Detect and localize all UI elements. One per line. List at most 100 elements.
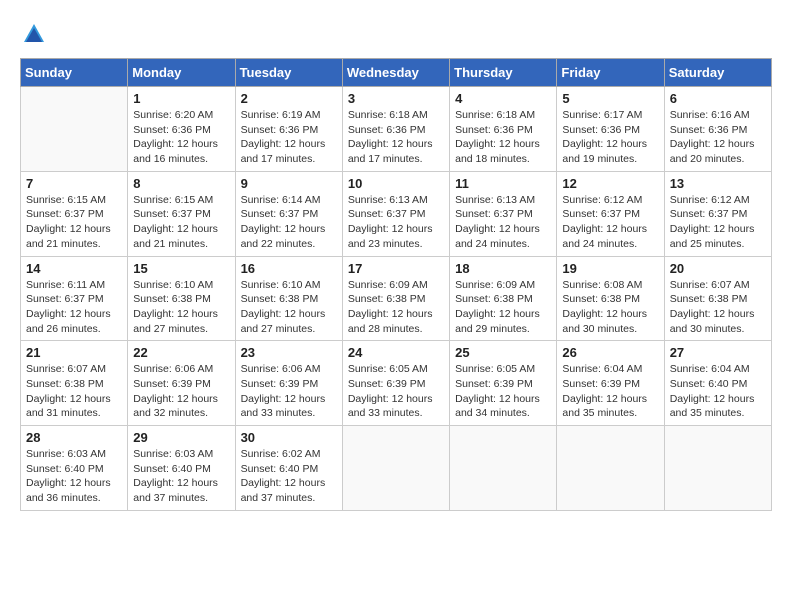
calendar-cell [450,426,557,511]
day-number: 16 [241,261,337,276]
calendar-cell: 2 Sunrise: 6:19 AM Sunset: 6:36 PM Daylig… [235,87,342,172]
weekday-header: Saturday [664,59,771,87]
calendar-cell: 3Sunrise: 6:18 AM Sunset: 6:36 PM Daylig… [342,87,449,172]
day-info: Sunrise: 6:03 AM Sunset: 6:40 PM Dayligh… [133,447,229,506]
day-info: Sunrise: 6:17 AM Sunset: 6:36 PM Dayligh… [562,108,658,167]
day-info: Sunrise: 6:18 AM Sunset: 6:36 PM Dayligh… [455,108,551,167]
day-info: Sunrise: 6:10 AM Sunset: 6:38 PM Dayligh… [133,278,229,337]
calendar-week-row: 7 Sunrise: 6:15 AM Sunset: 6:37 PM Daylig… [21,171,772,256]
calendar-cell: 28 Sunrise: 6:03 AM Sunset: 6:40 PM Dayli… [21,426,128,511]
day-number: 5 [562,91,658,106]
day-number: 24 [348,345,444,360]
day-info: Sunrise: 6:05 AM Sunset: 6:39 PM Dayligh… [348,362,444,421]
day-number: 11 [455,176,551,191]
calendar-cell: 19 Sunrise: 6:08 AM Sunset: 6:38 PM Dayli… [557,256,664,341]
day-number: 8 [133,176,229,191]
day-number: 18 [455,261,551,276]
day-info: Sunrise: 6:16 AM Sunset: 6:36 PM Dayligh… [670,108,766,167]
page-header [20,20,772,48]
day-info: Sunrise: 6:18 AM Sunset: 6:36 PM Dayligh… [348,108,444,167]
calendar-cell: 16 Sunrise: 6:10 AM Sunset: 6:38 PM Dayli… [235,256,342,341]
day-number: 19 [562,261,658,276]
calendar-cell: 30Sunrise: 6:02 AM Sunset: 6:40 PM Dayli… [235,426,342,511]
calendar-cell: 17 Sunrise: 6:09 AM Sunset: 6:38 PM Dayli… [342,256,449,341]
day-number: 29 [133,430,229,445]
day-info: Sunrise: 6:15 AM Sunset: 6:37 PM Dayligh… [26,193,122,252]
day-number: 21 [26,345,122,360]
calendar-week-row: 14Sunrise: 6:11 AM Sunset: 6:37 PM Dayli… [21,256,772,341]
calendar-header-row: SundayMondayTuesdayWednesdayThursdayFrid… [21,59,772,87]
day-number: 12 [562,176,658,191]
logo [20,20,52,48]
day-number: 17 [348,261,444,276]
day-info: Sunrise: 6:13 AM Sunset: 6:37 PM Dayligh… [455,193,551,252]
weekday-header: Wednesday [342,59,449,87]
calendar-cell: 7 Sunrise: 6:15 AM Sunset: 6:37 PM Daylig… [21,171,128,256]
day-number: 23 [241,345,337,360]
day-info: Sunrise: 6:07 AM Sunset: 6:38 PM Dayligh… [670,278,766,337]
calendar-cell: 4 Sunrise: 6:18 AM Sunset: 6:36 PM Daylig… [450,87,557,172]
day-info: Sunrise: 6:09 AM Sunset: 6:38 PM Dayligh… [348,278,444,337]
weekday-header: Friday [557,59,664,87]
day-info: Sunrise: 6:06 AM Sunset: 6:39 PM Dayligh… [133,362,229,421]
calendar-cell: 13Sunrise: 6:12 AM Sunset: 6:37 PM Dayli… [664,171,771,256]
day-number: 4 [455,91,551,106]
day-number: 30 [241,430,337,445]
weekday-header: Sunday [21,59,128,87]
calendar-table: SundayMondayTuesdayWednesdayThursdayFrid… [20,58,772,511]
calendar-cell [21,87,128,172]
calendar-cell: 10Sunrise: 6:13 AM Sunset: 6:37 PM Dayli… [342,171,449,256]
day-number: 2 [241,91,337,106]
calendar-cell: 11 Sunrise: 6:13 AM Sunset: 6:37 PM Dayli… [450,171,557,256]
day-number: 7 [26,176,122,191]
calendar-cell: 23 Sunrise: 6:06 AM Sunset: 6:39 PM Dayli… [235,341,342,426]
day-info: Sunrise: 6:15 AM Sunset: 6:37 PM Dayligh… [133,193,229,252]
day-number: 28 [26,430,122,445]
calendar-cell: 26 Sunrise: 6:04 AM Sunset: 6:39 PM Dayli… [557,341,664,426]
calendar-cell: 14Sunrise: 6:11 AM Sunset: 6:37 PM Dayli… [21,256,128,341]
day-number: 10 [348,176,444,191]
calendar-cell [342,426,449,511]
day-number: 6 [670,91,766,106]
calendar-cell: 15 Sunrise: 6:10 AM Sunset: 6:38 PM Dayli… [128,256,235,341]
day-number: 25 [455,345,551,360]
calendar-cell: 24 Sunrise: 6:05 AM Sunset: 6:39 PM Dayli… [342,341,449,426]
day-number: 15 [133,261,229,276]
day-number: 9 [241,176,337,191]
day-number: 1 [133,91,229,106]
calendar-cell [557,426,664,511]
calendar-cell: 29 Sunrise: 6:03 AM Sunset: 6:40 PM Dayli… [128,426,235,511]
calendar-cell: 12 Sunrise: 6:12 AM Sunset: 6:37 PM Dayli… [557,171,664,256]
day-info: Sunrise: 6:19 AM Sunset: 6:36 PM Dayligh… [241,108,337,167]
calendar-cell: 8 Sunrise: 6:15 AM Sunset: 6:37 PM Daylig… [128,171,235,256]
day-info: Sunrise: 6:04 AM Sunset: 6:39 PM Dayligh… [562,362,658,421]
day-info: Sunrise: 6:04 AM Sunset: 6:40 PM Dayligh… [670,362,766,421]
weekday-header: Monday [128,59,235,87]
calendar-cell: 18 Sunrise: 6:09 AM Sunset: 6:38 PM Dayli… [450,256,557,341]
calendar-cell: 9 Sunrise: 6:14 AM Sunset: 6:37 PM Daylig… [235,171,342,256]
day-number: 20 [670,261,766,276]
calendar-week-row: 28 Sunrise: 6:03 AM Sunset: 6:40 PM Dayli… [21,426,772,511]
day-info: Sunrise: 6:20 AM Sunset: 6:36 PM Dayligh… [133,108,229,167]
day-info: Sunrise: 6:11 AM Sunset: 6:37 PM Dayligh… [26,278,122,337]
day-info: Sunrise: 6:06 AM Sunset: 6:39 PM Dayligh… [241,362,337,421]
day-info: Sunrise: 6:10 AM Sunset: 6:38 PM Dayligh… [241,278,337,337]
weekday-header: Thursday [450,59,557,87]
calendar-cell: 25 Sunrise: 6:05 AM Sunset: 6:39 PM Dayli… [450,341,557,426]
day-info: Sunrise: 6:07 AM Sunset: 6:38 PM Dayligh… [26,362,122,421]
logo-icon [20,20,48,48]
day-number: 22 [133,345,229,360]
day-info: Sunrise: 6:05 AM Sunset: 6:39 PM Dayligh… [455,362,551,421]
day-info: Sunrise: 6:03 AM Sunset: 6:40 PM Dayligh… [26,447,122,506]
day-info: Sunrise: 6:14 AM Sunset: 6:37 PM Dayligh… [241,193,337,252]
day-number: 27 [670,345,766,360]
calendar-cell [664,426,771,511]
day-number: 26 [562,345,658,360]
weekday-header: Tuesday [235,59,342,87]
day-info: Sunrise: 6:08 AM Sunset: 6:38 PM Dayligh… [562,278,658,337]
day-info: Sunrise: 6:12 AM Sunset: 6:37 PM Dayligh… [670,193,766,252]
calendar-cell: 6 Sunrise: 6:16 AM Sunset: 6:36 PM Daylig… [664,87,771,172]
day-info: Sunrise: 6:12 AM Sunset: 6:37 PM Dayligh… [562,193,658,252]
calendar-cell: 5 Sunrise: 6:17 AM Sunset: 6:36 PM Daylig… [557,87,664,172]
day-info: Sunrise: 6:09 AM Sunset: 6:38 PM Dayligh… [455,278,551,337]
